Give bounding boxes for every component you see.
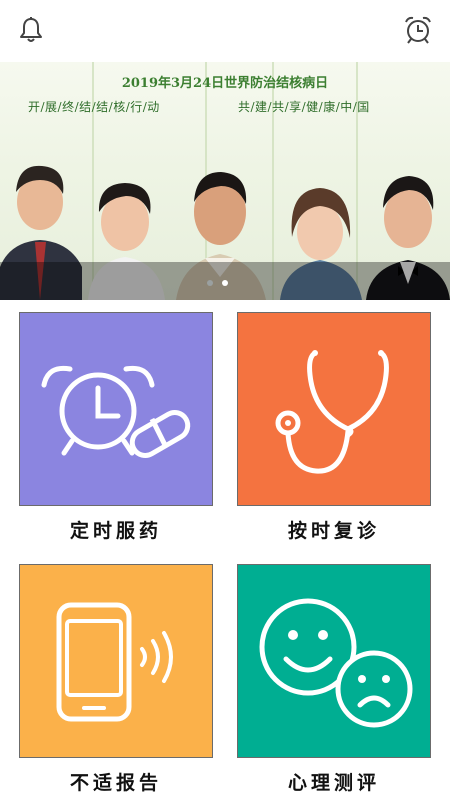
follow-up-visit-tile[interactable]: [237, 312, 431, 506]
follow-up-visit-label[interactable]: 按时复诊: [237, 516, 431, 543]
alarm-clock-icon[interactable]: [400, 12, 436, 48]
alarm-clock-and-pill-icon: [41, 365, 191, 458]
discomfort-report-label[interactable]: 不适报告: [19, 768, 213, 795]
medication-reminder-label[interactable]: 定时服药: [19, 516, 213, 543]
bell-icon[interactable]: [13, 12, 49, 48]
smiley-faces-icon: [259, 598, 413, 728]
discomfort-report-tile[interactable]: [19, 564, 213, 758]
carousel-dot[interactable]: [207, 280, 213, 286]
top-bar: [0, 0, 450, 62]
psychological-assessment-label[interactable]: 心理测评: [237, 768, 431, 795]
stethoscope-icon: [275, 350, 389, 474]
psychological-assessment-tile[interactable]: [237, 564, 431, 758]
medication-reminder-tile[interactable]: [19, 312, 213, 506]
carousel-dot-active[interactable]: [222, 280, 228, 286]
phone-ringing-icon: [56, 602, 173, 722]
